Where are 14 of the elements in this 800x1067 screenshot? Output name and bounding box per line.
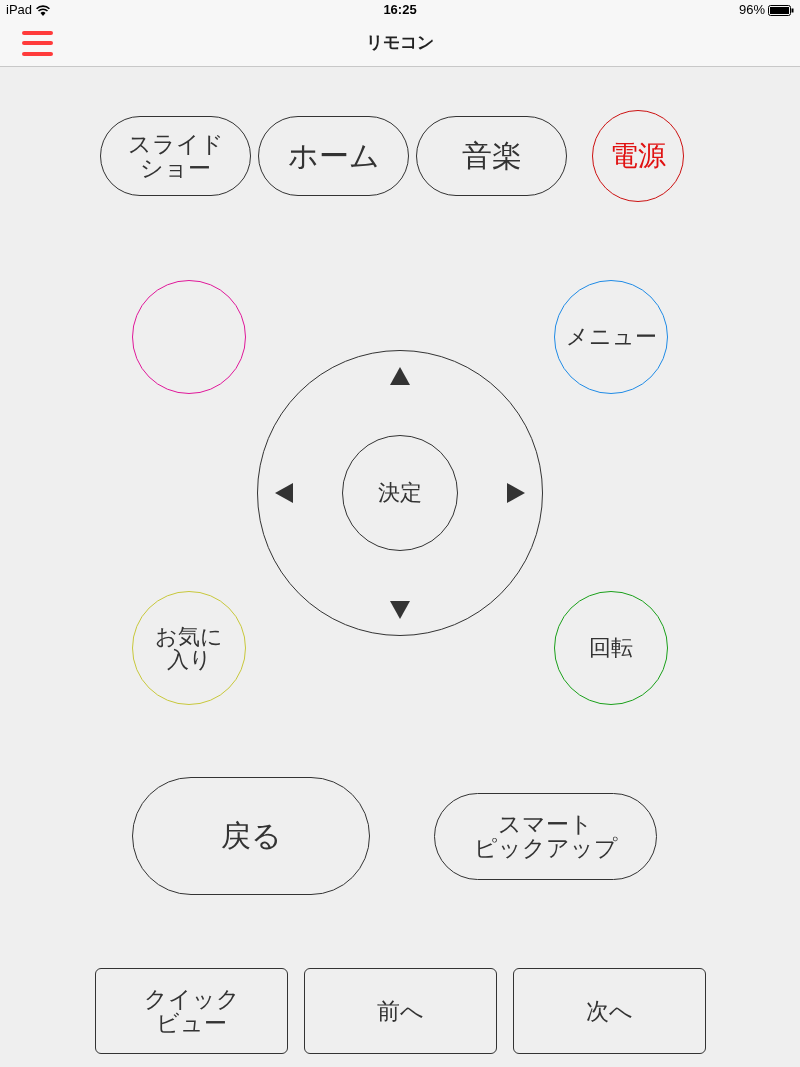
menu-icon[interactable] [22, 30, 53, 56]
remote-button[interactable]: 次へ [513, 968, 706, 1054]
remote-button[interactable]: クイック ビュー [95, 968, 288, 1054]
clock: 16:25 [383, 1, 417, 20]
device-name: iPad [6, 1, 33, 20]
remote-button[interactable]: 前へ [304, 968, 497, 1054]
battery-percent: 96% [738, 1, 765, 20]
up-arrow-icon[interactable] [390, 366, 410, 385]
right-arrow-icon[interactable] [507, 482, 525, 503]
wifi-icon [36, 4, 51, 16]
nav-title: リモコン [366, 32, 434, 55]
left-arrow-icon[interactable] [275, 482, 293, 503]
battery-icon [768, 4, 794, 16]
down-arrow-icon[interactable] [390, 600, 410, 619]
